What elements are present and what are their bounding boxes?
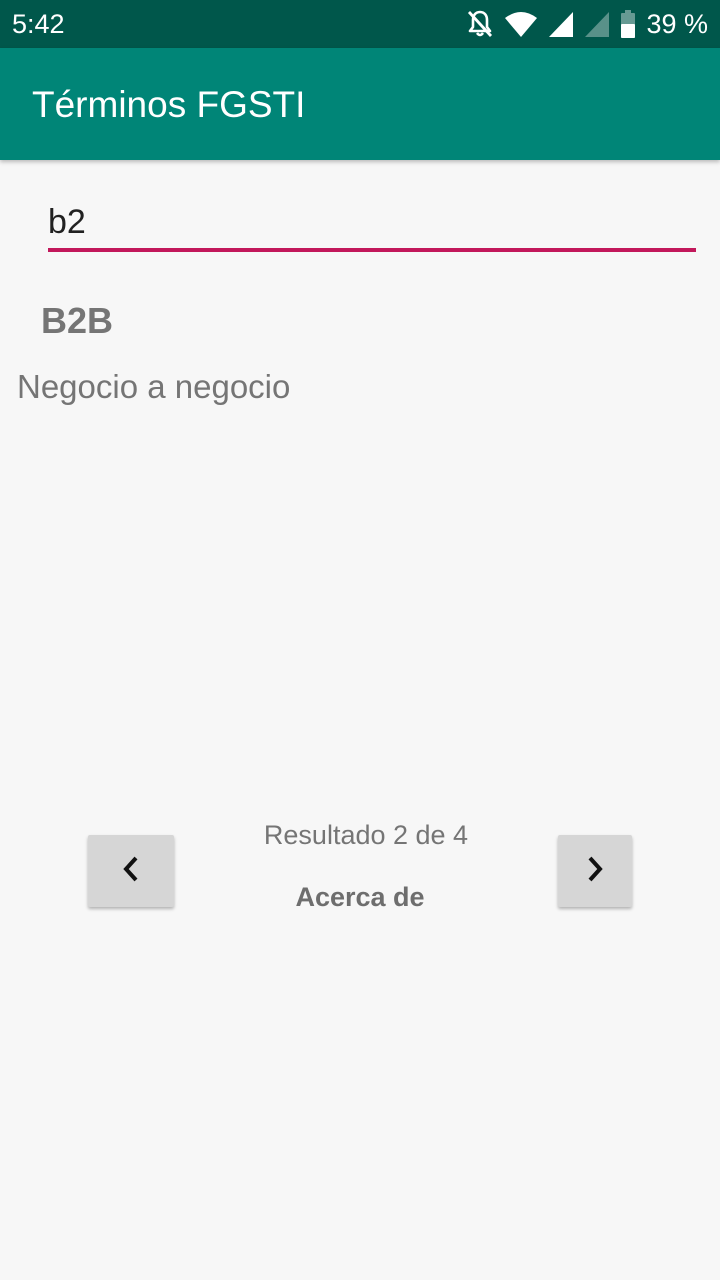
notifications-off-icon <box>466 9 494 39</box>
app-bar: Términos FGSTI <box>0 48 720 160</box>
chevron-right-icon <box>585 855 605 888</box>
chevron-left-icon <box>121 855 141 888</box>
status-time: 5:42 <box>12 9 65 39</box>
term-title: B2B <box>41 300 114 341</box>
result-counter: Resultado 2 de 4 <box>263 820 469 850</box>
term-definition: Negocio a negocio <box>17 368 291 405</box>
battery-icon <box>620 9 636 39</box>
app-title: Términos FGSTI <box>32 84 306 125</box>
about-link[interactable]: Acerca de <box>200 880 520 914</box>
next-button[interactable] <box>558 835 632 907</box>
battery-percent: 39 % <box>646 9 708 39</box>
signal-weak-icon <box>584 10 610 38</box>
status-bar: 5:42 39 % <box>0 0 720 48</box>
search-field-container <box>48 196 696 254</box>
previous-button[interactable] <box>88 835 174 907</box>
status-icons: 39 % <box>466 6 708 42</box>
signal-icon <box>548 10 574 38</box>
search-input[interactable] <box>48 196 696 248</box>
search-underline <box>48 248 696 252</box>
wifi-icon <box>504 10 538 38</box>
